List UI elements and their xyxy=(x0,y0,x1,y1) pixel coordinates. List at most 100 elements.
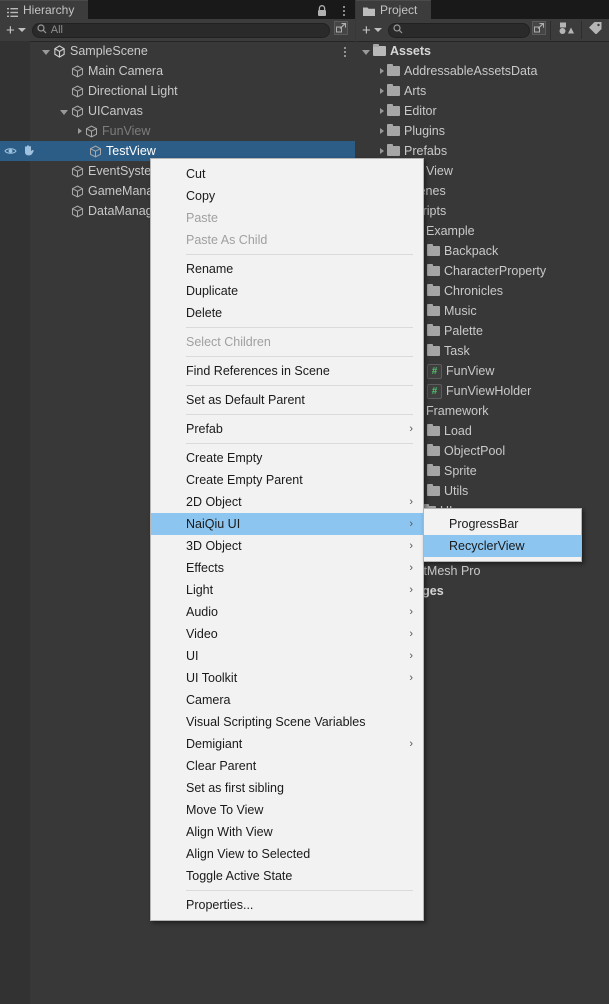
submenu-item-label: ProgressBar xyxy=(449,517,519,531)
folder-icon xyxy=(427,303,440,316)
label-filter-icon[interactable] xyxy=(581,21,609,39)
shapes-filter-icon[interactable] xyxy=(550,20,581,40)
project-item-label: Assets xyxy=(390,44,431,58)
chevron-right-icon[interactable] xyxy=(380,88,384,94)
project-item-editor[interactable]: Editor xyxy=(356,101,609,121)
hierarchy-icon xyxy=(7,6,18,17)
chevron-right-icon: › xyxy=(409,518,413,530)
menu-item-naiqiu-ui[interactable]: NaiQiu UI › xyxy=(151,513,423,535)
hierarchy-item-directional-light[interactable]: Directional Light xyxy=(0,81,355,101)
folder-icon xyxy=(387,123,400,136)
menu-item-create-empty-parent[interactable]: Create Empty Parent xyxy=(151,469,423,491)
menu-item-rename[interactable]: Rename xyxy=(151,258,423,280)
chevron-right-icon: › xyxy=(409,584,413,596)
gameobject-cube-icon xyxy=(71,105,84,117)
gameobject-cube-icon xyxy=(71,165,84,177)
menu-item-copy[interactable]: Copy xyxy=(151,185,423,207)
tab-project[interactable]: Project xyxy=(356,0,432,19)
menu-item-align-with-view[interactable]: Align With View xyxy=(151,821,423,843)
chevron-down-icon[interactable] xyxy=(60,109,68,115)
chevron-right-icon: › xyxy=(409,562,413,574)
hierarchy-context-menu[interactable]: Cut Copy Paste Paste As Child Rename Duplicat… xyxy=(150,158,424,921)
menu-item-demigiant[interactable]: Demigiant › xyxy=(151,733,423,755)
menu-item-ui[interactable]: UI › xyxy=(151,645,423,667)
folder-icon xyxy=(427,283,440,296)
menu-item-cut[interactable]: Cut xyxy=(151,163,423,185)
tab-hierarchy[interactable]: Hierarchy xyxy=(0,0,89,19)
menu-item-label: Properties... xyxy=(186,898,254,912)
project-item-label: Plugins xyxy=(404,124,445,138)
project-add-button[interactable]: + xyxy=(356,23,374,38)
menu-separator xyxy=(186,356,413,357)
hierarchy-item-samplescene[interactable]: SampleScene xyxy=(0,41,355,61)
folder-icon xyxy=(427,483,440,496)
menu-item-camera[interactable]: Camera xyxy=(151,689,423,711)
lock-icon[interactable] xyxy=(317,4,327,22)
chevron-down-icon[interactable] xyxy=(17,28,26,32)
menu-item-light[interactable]: Light › xyxy=(151,579,423,601)
project-item-label: Framework xyxy=(426,404,489,418)
hierarchy-tabbar: Hierarchy xyxy=(0,0,355,19)
menu-item-visual-scripting-scene-variables[interactable]: Visual Scripting Scene Variables xyxy=(151,711,423,733)
project-item-label: Arts xyxy=(404,84,427,98)
menu-item-delete[interactable]: Delete xyxy=(151,302,423,324)
project-item-assets[interactable]: Assets xyxy=(356,41,609,61)
folder-icon xyxy=(387,63,400,76)
chevron-down-icon[interactable] xyxy=(42,49,50,55)
menu-item-toggle-active-state[interactable]: Toggle Active State xyxy=(151,865,423,887)
hierarchy-kebab-menu-icon[interactable] xyxy=(343,6,345,16)
project-item-addressableassetsdata[interactable]: AddressableAssetsData xyxy=(356,61,609,81)
menu-item-create-empty[interactable]: Create Empty xyxy=(151,447,423,469)
menu-item-label: Camera xyxy=(186,693,231,707)
menu-item-duplicate[interactable]: Duplicate xyxy=(151,280,423,302)
submenu-item-progressbar[interactable]: ProgressBar xyxy=(424,513,581,535)
submenu-item-recyclerview[interactable]: RecyclerView xyxy=(424,535,581,557)
hierarchy-item-main-camera[interactable]: Main Camera xyxy=(0,61,355,81)
eye-icon[interactable] xyxy=(4,145,17,159)
project-item-plugins[interactable]: Plugins xyxy=(356,121,609,141)
chevron-down-icon[interactable] xyxy=(362,49,370,55)
menu-item-clear-parent[interactable]: Clear Parent xyxy=(151,755,423,777)
menu-item-set-as-default-parent[interactable]: Set as Default Parent xyxy=(151,389,423,411)
menu-item-prefab[interactable]: Prefab › xyxy=(151,418,423,440)
menu-item-label: Create Empty Parent xyxy=(186,473,303,487)
menu-item-move-to-view[interactable]: Move To View xyxy=(151,799,423,821)
menu-item-align-view-to-selected[interactable]: Align View to Selected xyxy=(151,843,423,865)
chevron-right-icon[interactable] xyxy=(380,108,384,114)
folder-icon xyxy=(427,443,440,456)
menu-item-ui-toolkit[interactable]: UI Toolkit › xyxy=(151,667,423,689)
project-search-input[interactable] xyxy=(387,22,530,38)
chevron-right-icon[interactable] xyxy=(78,128,82,134)
chevron-right-icon: › xyxy=(409,738,413,750)
scene-kebab-menu-icon[interactable] xyxy=(344,47,346,57)
menu-item-effects[interactable]: Effects › xyxy=(151,557,423,579)
project-item-label: AddressableAssetsData xyxy=(404,64,538,78)
hierarchy-search-input[interactable]: All xyxy=(31,22,330,38)
folder-icon xyxy=(427,423,440,436)
menu-item-audio[interactable]: Audio › xyxy=(151,601,423,623)
hierarchy-item-uicanvas[interactable]: UICanvas xyxy=(0,101,355,121)
chevron-right-icon[interactable] xyxy=(380,68,384,74)
menu-item-3d-object[interactable]: 3D Object › xyxy=(151,535,423,557)
project-item-arts[interactable]: Arts xyxy=(356,81,609,101)
hand-icon[interactable] xyxy=(22,144,35,159)
menu-item-paste-as-child: Paste As Child xyxy=(151,229,423,251)
chevron-right-icon[interactable] xyxy=(380,128,384,134)
hierarchy-item-funview[interactable]: FunView xyxy=(0,121,355,141)
project-expand-window-icon[interactable] xyxy=(532,20,546,40)
hierarchy-expand-window-icon[interactable] xyxy=(334,20,348,40)
chevron-right-icon[interactable] xyxy=(380,148,384,154)
menu-item-set-as-first-sibling[interactable]: Set as first sibling xyxy=(151,777,423,799)
chevron-down-icon[interactable] xyxy=(373,28,382,32)
hierarchy-item-label: SampleScene xyxy=(70,44,148,58)
unity-scene-icon xyxy=(54,44,65,58)
gameobject-cube-icon xyxy=(71,65,84,77)
project-item-label: Editor xyxy=(404,104,437,118)
menu-item-find-references-in-scene[interactable]: Find References in Scene xyxy=(151,360,423,382)
naiqiu-ui-submenu[interactable]: ProgressBar RecyclerView xyxy=(423,508,582,562)
hierarchy-add-button[interactable]: + xyxy=(0,23,18,38)
csharp-script-icon: # xyxy=(427,383,442,399)
menu-item-properties-[interactable]: Properties... xyxy=(151,894,423,916)
menu-item-2d-object[interactable]: 2D Object › xyxy=(151,491,423,513)
menu-item-video[interactable]: Video › xyxy=(151,623,423,645)
